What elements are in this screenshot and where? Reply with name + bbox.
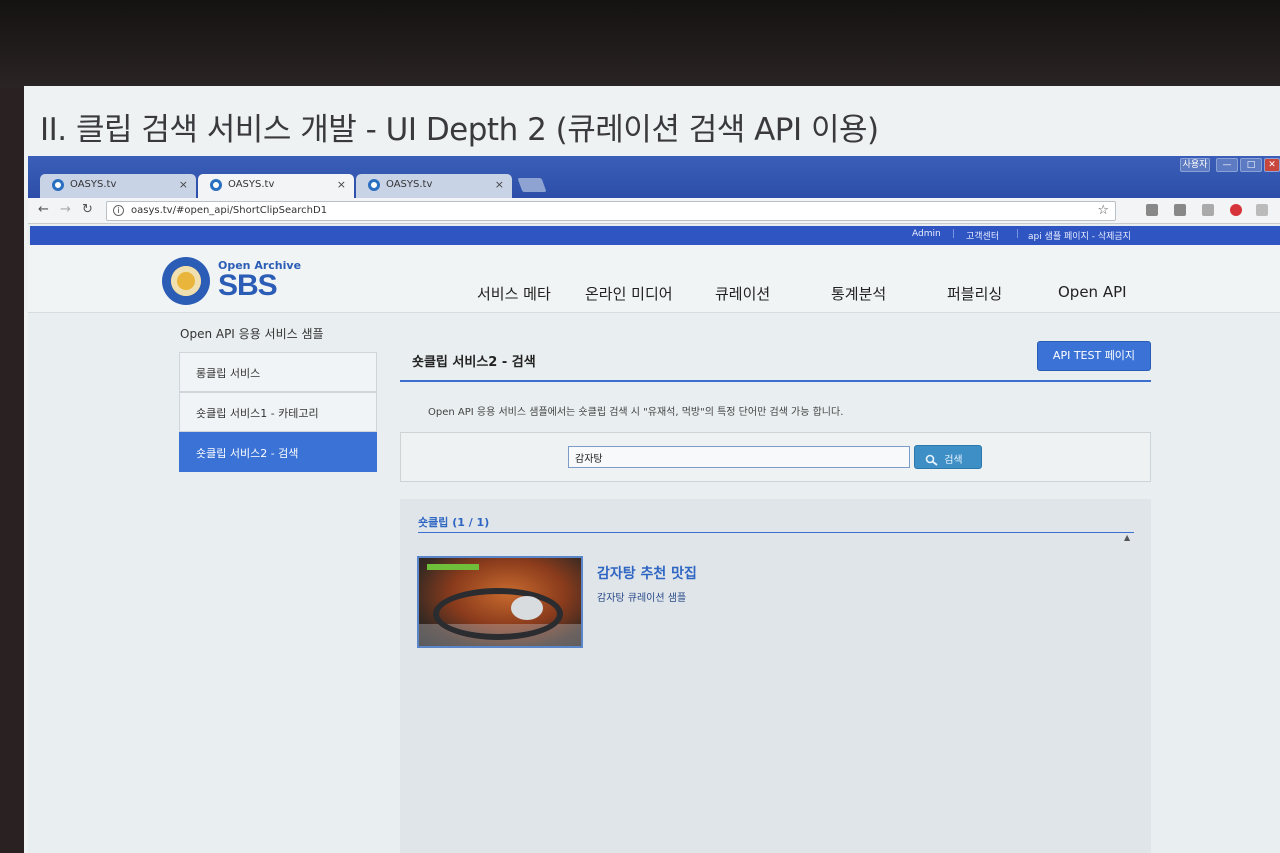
api-sample-link[interactable]: api 샘플 페이지 - 삭제금지 xyxy=(1028,229,1131,242)
back-arrow-icon[interactable]: ← xyxy=(38,202,49,217)
extension-icon[interactable] xyxy=(1174,204,1186,216)
tab-close-icon[interactable]: × xyxy=(179,178,188,191)
divider: | xyxy=(1016,229,1020,239)
browser-titlebar: 사용자 — □ ✕ OASYS.tv × OASYS.tv × OASYS.tv… xyxy=(28,156,1280,198)
page-content: Open API 응용 서비스 샘플 롱클립 서비스 숏클립 서비스1 - 카테… xyxy=(28,313,1280,853)
divider: | xyxy=(952,229,956,239)
result-thumbnail[interactable] xyxy=(417,556,583,648)
extension-icon[interactable] xyxy=(1146,204,1158,216)
site-favicon-icon xyxy=(210,179,222,191)
browser-tab-1[interactable]: OASYS.tv × xyxy=(40,174,196,198)
browser-tab-2[interactable]: OASYS.tv × xyxy=(198,174,354,198)
url-text: oasys.tv/#open_api/ShortClipSearchD1 xyxy=(131,205,328,216)
browser-window: 사용자 — □ ✕ OASYS.tv × OASYS.tv × OASYS.tv… xyxy=(28,156,1280,853)
sidebar-item-short-clip-category[interactable]: 숏클립 서비스1 - 카테고리 xyxy=(179,392,377,432)
profile-button[interactable]: 사용자 xyxy=(1180,158,1210,172)
cast-icon[interactable] xyxy=(1202,204,1214,216)
record-extension-icon[interactable] xyxy=(1230,204,1242,216)
projected-slide: II. 클립 검색 서비스 개발 - UI Depth 2 (큐레이션 검색 A… xyxy=(24,86,1280,853)
site-favicon-icon xyxy=(52,179,64,191)
logo-text[interactable]: SBS xyxy=(218,269,278,303)
tab-label: OASYS.tv xyxy=(228,179,275,190)
search-input[interactable] xyxy=(568,446,910,468)
nav-statistics[interactable]: 통계분석 xyxy=(831,283,886,304)
nav-open-api[interactable]: Open API xyxy=(1058,283,1127,301)
site-topbar: Admin | 고객센터 | api 샘플 페이지 - 삭제금지 xyxy=(30,226,1280,245)
url-input[interactable]: i oasys.tv/#open_api/ShortClipSearchD1 ☆ xyxy=(106,201,1116,221)
thumbnail-tag xyxy=(427,564,479,570)
tab-close-icon[interactable]: × xyxy=(337,178,346,191)
nav-online-media[interactable]: 온라인 미디어 xyxy=(585,283,673,304)
site-favicon-icon xyxy=(368,179,380,191)
results-header: 숏클립 (1 / 1) xyxy=(418,516,490,529)
bookmark-star-icon[interactable]: ☆ xyxy=(1097,203,1109,218)
slide-title: II. 클립 검색 서비스 개발 - UI Depth 2 (큐레이션 검색 A… xyxy=(40,112,879,148)
tab-close-icon[interactable]: × xyxy=(495,178,504,191)
room-background-left xyxy=(0,88,24,853)
nav-curation[interactable]: 큐레이션 xyxy=(715,283,770,304)
tab-label: OASYS.tv xyxy=(70,179,117,190)
result-title[interactable]: 감자탕 추천 맛집 xyxy=(597,563,697,583)
tab-label: OASYS.tv xyxy=(386,179,433,190)
new-tab-button[interactable] xyxy=(517,178,547,192)
sbs-logo-icon[interactable] xyxy=(162,257,210,305)
collapse-arrow-icon[interactable]: ▲ xyxy=(1124,533,1130,542)
menu-icon[interactable] xyxy=(1256,204,1268,216)
title-divider xyxy=(400,380,1151,382)
search-panel: 검색 xyxy=(400,432,1151,482)
thumbnail-ladle xyxy=(511,596,543,620)
notice-text: Open API 응용 서비스 샘플에서는 숏클립 검색 시 "유재석, 먹방"… xyxy=(428,407,844,418)
api-test-button[interactable]: API TEST 페이지 xyxy=(1037,341,1151,371)
admin-link[interactable]: Admin xyxy=(912,229,941,239)
search-icon xyxy=(925,454,938,466)
sidebar-item-short-clip-search[interactable]: 숏클립 서비스2 - 검색 xyxy=(179,432,377,472)
room-background xyxy=(0,0,1280,88)
close-window-button[interactable]: ✕ xyxy=(1264,158,1280,172)
minimize-button[interactable]: — xyxy=(1216,158,1238,172)
address-bar: ← → ↻ i oasys.tv/#open_api/ShortClipSear… xyxy=(28,198,1280,224)
results-panel: 숏클립 (1 / 1) ▲ 감자탕 추천 맛집 감자탕 큐레이션 샘플 xyxy=(400,499,1151,853)
nav-publishing[interactable]: 퍼블리싱 xyxy=(947,283,1002,304)
nav-service-meta[interactable]: 서비스 메타 xyxy=(477,283,551,304)
browser-tab-3[interactable]: OASYS.tv × xyxy=(356,174,512,198)
customer-center-link[interactable]: 고객센터 xyxy=(966,229,999,242)
page-title: 숏클립 서비스2 - 검색 xyxy=(412,355,536,370)
sidebar-item-long-clip[interactable]: 롱클립 서비스 xyxy=(179,352,377,392)
sidebar-title: Open API 응용 서비스 샘플 xyxy=(180,327,324,341)
thumbnail-pot xyxy=(433,588,563,640)
forward-arrow-icon[interactable]: → xyxy=(60,202,71,217)
maximize-button[interactable]: □ xyxy=(1240,158,1262,172)
result-description: 감자탕 큐레이션 샘플 xyxy=(597,593,687,604)
search-button[interactable]: 검색 xyxy=(914,445,982,469)
results-divider xyxy=(418,532,1134,533)
reload-icon[interactable]: ↻ xyxy=(82,202,93,217)
site-header: Open Archive SBS 서비스 메타 온라인 미디어 큐레이션 통계분… xyxy=(28,245,1280,313)
info-icon[interactable]: i xyxy=(113,205,124,216)
search-button-label: 검색 xyxy=(944,455,963,466)
